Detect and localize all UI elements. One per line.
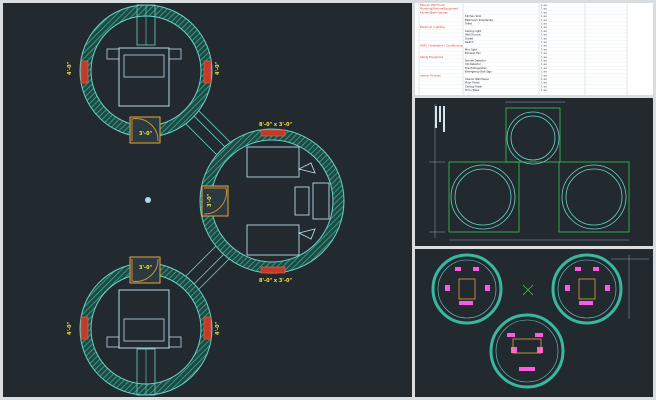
schedule-item-desc: Outlet bbox=[465, 36, 473, 40]
window-bottom-icon bbox=[260, 266, 286, 274]
dim-bottom-right: 4'-0" bbox=[215, 321, 221, 335]
schedule-item-desc: Trim / Base bbox=[465, 88, 480, 92]
schedule-item-qty: 1 ea bbox=[541, 18, 547, 22]
schedule-item-qty: 1 ea bbox=[541, 14, 547, 18]
schedule-item-qty: 1 ea bbox=[541, 22, 547, 26]
floor-plan-drawing: 3'-0" 4'-0" 4'-0" 3'-0" 8'-0" x 3'-0" 8'… bbox=[67, 4, 345, 396]
schedule-item-desc: Ceiling Finish bbox=[465, 84, 482, 88]
window-br-icon bbox=[203, 316, 212, 340]
schedule-item-desc: Exhaust Fan bbox=[465, 51, 481, 55]
schedule-item-qty: 1 ea bbox=[541, 73, 547, 77]
dim-door-bottom: 3'-0" bbox=[139, 265, 153, 271]
schedule-item-desc: Interior Wall Panel bbox=[465, 77, 489, 81]
schedule-item-qty: 1 ea bbox=[541, 81, 547, 85]
schedule-item-name: Plumbing/Fixtures/Equipment bbox=[420, 7, 458, 11]
pod-bottom[interactable]: 3'-0" 4'-0" 4'-0" bbox=[67, 256, 221, 396]
schedule-item-name: Kitchen/Bath Fixtures bbox=[420, 10, 448, 14]
schedule-item-desc: CO Detector bbox=[465, 62, 482, 66]
schedule-item-qty: 1 ea bbox=[541, 88, 547, 92]
schedule-item-qty: 1 ea bbox=[541, 33, 547, 37]
schedule-item-qty: 1 ea bbox=[541, 77, 547, 81]
window-top-icon bbox=[260, 129, 286, 137]
cursor-point-icon bbox=[145, 197, 151, 203]
dim-top-right: 4'-0" bbox=[215, 61, 221, 75]
schedule-item-desc: Kitchen Sink bbox=[465, 14, 482, 18]
pod-top[interactable]: 3'-0" 4'-0" 4'-0" bbox=[67, 4, 221, 144]
schedule-item-qty: 1 ea bbox=[541, 36, 547, 40]
schedule-item-qty: 1 ea bbox=[541, 55, 547, 59]
schedule-item-name: Exterior Wall Finish bbox=[420, 3, 445, 7]
dim-door-center: 3'-0" bbox=[207, 193, 213, 207]
elevation-drawing bbox=[429, 101, 630, 241]
schedule-item-qty: 1 ea bbox=[541, 62, 547, 66]
dim-center-bottom: 8'-0" x 3'-0" bbox=[259, 278, 292, 284]
schedule-item-desc: Smoke Detector bbox=[465, 59, 487, 63]
schedule-panel[interactable]: Exterior Wall Finish 1 ea Plumbing/Fixture… bbox=[415, 3, 653, 95]
main-viewport[interactable]: 3'-0" 4'-0" 4'-0" 3'-0" 8'-0" x 3'-0" 8'… bbox=[3, 3, 412, 397]
schedule-item-desc: Floor Finish bbox=[465, 81, 480, 85]
schedule-item-desc: Fire Extinguisher bbox=[465, 66, 488, 70]
schedule-item-qty: 1 ea bbox=[541, 59, 547, 63]
schedule-item-qty: 1 ea bbox=[541, 84, 547, 88]
schedule-item-qty: 1 ea bbox=[541, 51, 547, 55]
schedule-item-desc: Mini Split bbox=[465, 47, 477, 51]
schedule-item-name: Safety Equipment bbox=[420, 55, 443, 59]
window-bl-icon bbox=[80, 316, 89, 340]
schedule-item-desc: Switch bbox=[465, 40, 474, 44]
schedule-item-qty: 1 ea bbox=[541, 7, 547, 11]
schedule-item-qty: 1 ea bbox=[541, 3, 547, 7]
schedule-item-qty: 1 ea bbox=[541, 44, 547, 48]
schedule-item-qty: 1 ea bbox=[541, 10, 547, 14]
dim-door-top: 3'-0" bbox=[139, 131, 153, 137]
schedule-item-qty: 1 ea bbox=[541, 66, 547, 70]
schedule-item-qty: 1 ea bbox=[541, 40, 547, 44]
dim-bottom-left: 4'-0" bbox=[67, 321, 73, 335]
schedule-item-desc: Toilet bbox=[465, 22, 472, 26]
schedule-item-qty: 1 ea bbox=[541, 47, 547, 51]
schedule-item-desc: Bathroom Sink/Vanity bbox=[465, 18, 493, 22]
electrical-plan-drawing bbox=[431, 253, 649, 389]
window-right-icon bbox=[203, 60, 212, 84]
schedule-item-desc: Ceiling Light bbox=[465, 29, 481, 33]
elevation-panel[interactable] bbox=[415, 98, 653, 246]
schedule-item-qty: 1 ea bbox=[541, 70, 547, 74]
schedule-item-name: Electrical / Lighting bbox=[420, 25, 445, 29]
dim-top-left: 4'-0" bbox=[67, 61, 73, 75]
schedule-table: Exterior Wall Finish 1 ea Plumbing/Fixture… bbox=[415, 3, 653, 95]
schedule-item-name: Interior Finishes bbox=[420, 73, 441, 77]
schedule-item-desc: Wall Sconce bbox=[465, 33, 481, 37]
window-left-icon bbox=[80, 60, 89, 84]
door-center-icon bbox=[201, 185, 229, 217]
electrical-plan-panel[interactable] bbox=[415, 249, 653, 397]
schedule-item-desc: Emergency Exit Sign bbox=[465, 70, 492, 74]
schedule-item-qty: 1 ea bbox=[541, 29, 547, 33]
pod-center[interactable]: 3'-0" 8'-0" x 3'-0" 8'-0" x 3'-0" bbox=[199, 122, 345, 284]
door-icon bbox=[129, 116, 161, 144]
schedule-item-qty: 1 ea bbox=[541, 25, 547, 29]
dim-center-top: 8'-0" x 3'-0" bbox=[259, 122, 292, 128]
schedule-item-name: HVAC / Ventilation / Conditioning bbox=[420, 44, 463, 48]
